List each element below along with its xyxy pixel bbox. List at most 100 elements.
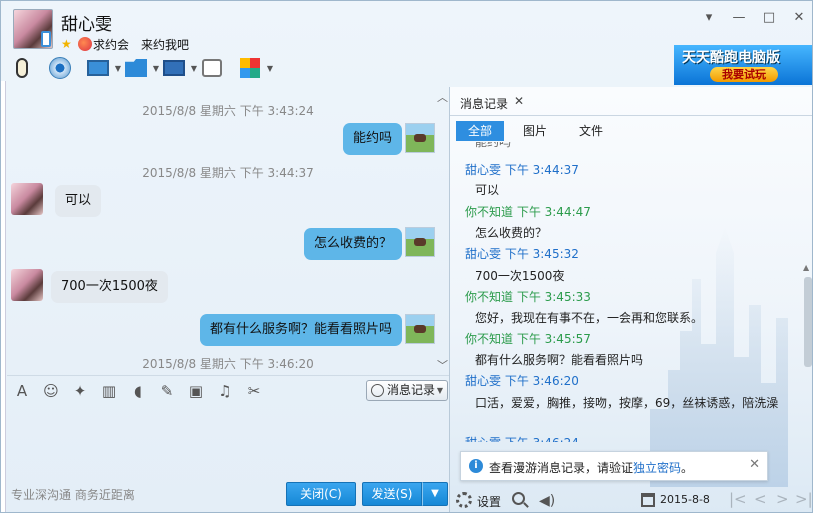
history-message-list[interactable]: 能约吗 甜心雯 下午 3:44:37 可以 你不知道 下午 3:44:47 怎么…: [450, 142, 800, 442]
message-input[interactable]: [7, 405, 449, 477]
next-page-icon[interactable]: >: [776, 490, 789, 508]
music-icon[interactable]: ♫: [216, 382, 234, 400]
history-message-text: 都有什么服务啊？能看看照片吗: [475, 353, 644, 367]
outgoing-message-bubble[interactable]: 都有什么服务啊？能看看照片吗: [199, 314, 402, 346]
poke-icon[interactable]: ✦: [71, 382, 89, 400]
contact-message-avatar[interactable]: [11, 269, 43, 301]
minimize-button[interactable]: —: [730, 9, 748, 27]
filter-files[interactable]: 文件: [567, 121, 615, 141]
font-icon[interactable]: A: [13, 382, 31, 400]
independent-password-link[interactable]: 独立密码: [633, 461, 681, 475]
status-text: 求约会: [93, 38, 130, 52]
info-icon: i: [469, 459, 483, 473]
image-icon[interactable]: ▣: [187, 382, 205, 400]
tab-divider: [450, 115, 812, 116]
filter-all[interactable]: 全部: [456, 121, 505, 141]
webcam-icon: [49, 57, 71, 79]
tab-message-history[interactable]: 消息记录: [460, 95, 508, 112]
send-options-chevron-icon[interactable]: ▼: [422, 482, 448, 506]
apps-button[interactable]: ▼: [237, 55, 273, 81]
window-controls: ▾ — □ ✕: [700, 9, 808, 27]
menu-dropdown-icon[interactable]: ▾: [700, 9, 718, 27]
close-window-button[interactable]: ✕: [790, 9, 808, 27]
history-date[interactable]: 2015-8-8: [660, 493, 710, 506]
microphone-icon: [16, 58, 28, 78]
remote-assist-button[interactable]: ▼: [85, 55, 121, 81]
history-message-header: 甜心雯 下午 3:45:32: [465, 247, 579, 261]
history-message-header: 你不知道 下午 3:45:33: [465, 290, 591, 304]
search-icon[interactable]: [512, 492, 525, 505]
last-page-icon[interactable]: >|: [795, 490, 812, 508]
contact-name[interactable]: 甜心雯: [61, 10, 112, 35]
message-timestamp: 2015/8/8 星期六 下午 3:44:37: [142, 166, 314, 180]
history-message-text: 怎么收费的？: [475, 226, 548, 240]
clock-icon: [371, 384, 384, 397]
incoming-message-bubble[interactable]: 700一次1500夜: [51, 271, 168, 303]
notice-text: 查看漫游消息记录，请验证独立密码。: [489, 459, 693, 476]
ad-try-button[interactable]: 我要试玩: [710, 67, 778, 82]
personal-signature: 来约我吧: [141, 38, 190, 52]
self-avatar[interactable]: [405, 314, 435, 344]
star-icon[interactable]: ★: [61, 37, 72, 51]
chat-toolbar: ▼ ▼ ▼ ▼: [9, 55, 275, 81]
settings-button[interactable]: 设置: [477, 493, 501, 510]
outgoing-message-bubble[interactable]: 能约吗: [342, 123, 402, 155]
self-avatar[interactable]: [405, 123, 435, 153]
add-chat-icon: [202, 59, 222, 77]
chevron-down-icon[interactable]: ▼: [437, 381, 443, 400]
send-file-button[interactable]: ▼: [123, 55, 159, 81]
folder-transfer-icon: [125, 59, 147, 77]
history-message-header: 甜心雯 下午 3:46:20: [465, 374, 579, 388]
self-avatar[interactable]: [405, 227, 435, 257]
close-icon[interactable]: ✕: [749, 457, 760, 472]
chevron-down-icon[interactable]: ▼: [191, 64, 197, 73]
mobile-online-icon: [41, 31, 51, 47]
message-history-button[interactable]: 消息记录 ▼: [366, 380, 448, 401]
voice-message-icon[interactable]: ◖: [129, 382, 147, 400]
chevron-down-icon[interactable]: ﹀: [437, 357, 448, 373]
ad-title: 天天酷跑电脑版: [682, 50, 780, 66]
screenshot-scissors-icon[interactable]: ✂: [245, 382, 263, 400]
maximize-button[interactable]: □: [760, 9, 778, 27]
chevron-up-icon[interactable]: ︿: [437, 89, 448, 105]
history-message-text: 您好，我现在有事不在，一会再和您联系。: [475, 311, 704, 325]
chevron-down-icon[interactable]: ▼: [153, 64, 159, 73]
shake-window-icon[interactable]: ▥: [100, 382, 118, 400]
gear-icon[interactable]: [456, 492, 472, 508]
notice-message: 查看漫游消息记录，请验证: [489, 461, 634, 475]
contact-message-avatar[interactable]: [11, 183, 43, 215]
doodle-icon[interactable]: ✎: [158, 382, 176, 400]
history-message-header: 甜心雯 下午 3:44:37: [465, 163, 579, 177]
create-discussion-button[interactable]: [199, 55, 225, 81]
outgoing-message-bubble[interactable]: 怎么收费的？: [303, 228, 402, 260]
filter-images[interactable]: 图片: [511, 121, 559, 141]
history-scrollbar[interactable]: [804, 277, 812, 367]
game-ad-banner[interactable]: 天天酷跑电脑版 我要试玩: [674, 45, 812, 85]
screen-share-button[interactable]: ▼: [161, 55, 197, 81]
chevron-down-icon[interactable]: ▼: [267, 64, 273, 73]
history-message-text: 可以: [475, 183, 500, 197]
voice-call-button[interactable]: [9, 55, 35, 81]
send-button[interactable]: 发送(S): [362, 482, 422, 506]
incoming-message-bubble[interactable]: 可以: [55, 185, 102, 217]
previous-page-icon[interactable]: <: [754, 490, 767, 508]
history-message-text: 700一次1500夜: [475, 269, 565, 283]
dating-status-icon: [78, 37, 92, 51]
video-call-button[interactable]: [47, 55, 73, 81]
footer-slogan: 专业深沟通 商务近距离: [11, 488, 135, 502]
qq-chat-window: 甜心雯 ★ 求约会 来约我吧 ▾ — □ ✕ 天天酷跑电脑版 我要试玩 ▼ ▼ …: [0, 0, 813, 513]
message-history-panel: 消息记录 ✕ 全部 图片 文件 能约吗 甜心雯 下午 3:44:37 可以 你不…: [450, 87, 812, 512]
chevron-down-icon[interactable]: ▼: [115, 64, 121, 73]
speaker-icon[interactable]: ◀): [539, 493, 555, 509]
history-message-header: 甜心雯 下午 3:46:24: [465, 434, 579, 442]
calendar-icon[interactable]: [641, 493, 655, 507]
close-button[interactable]: 关闭(C): [286, 482, 356, 506]
chat-message-area[interactable]: 2015/8/8 星期六 下午 3:43:24 能约吗 2015/8/8 星期六…: [7, 87, 449, 375]
scroll-up-arrow-icon[interactable]: ▲: [803, 263, 809, 272]
emoji-icon[interactable]: ☺: [42, 382, 60, 400]
history-message-header: 你不知道 下午 3:45:57: [465, 332, 591, 346]
monitor-icon: [163, 60, 185, 76]
close-icon[interactable]: ✕: [514, 94, 524, 108]
first-page-icon[interactable]: |<: [729, 490, 747, 508]
apps-grid-icon: [240, 58, 260, 78]
